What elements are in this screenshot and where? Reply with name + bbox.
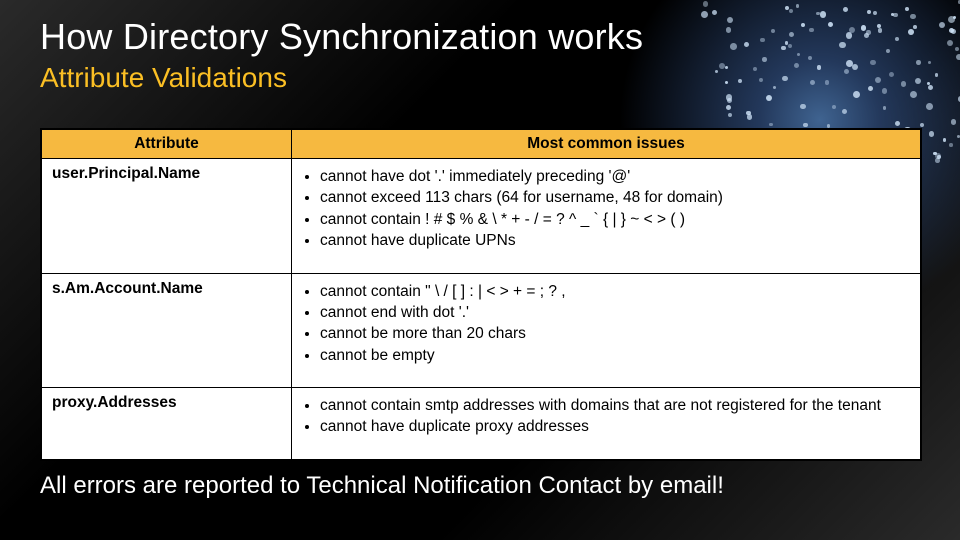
list-item: cannot be more than 20 chars <box>320 324 910 343</box>
col-header-attribute: Attribute <box>42 130 292 159</box>
list-item: cannot contain smtp addresses with domai… <box>320 396 910 415</box>
attr-name: user.Principal.Name <box>42 159 292 274</box>
list-item: cannot be empty <box>320 346 910 365</box>
list-item: cannot have duplicate UPNs <box>320 231 910 250</box>
table-row: s.Am.Account.Name cannot contain " \ / [… <box>42 273 921 388</box>
footer-note: All errors are reported to Technical Not… <box>40 472 724 500</box>
validation-table: Attribute Most common issues user.Princi… <box>40 128 922 461</box>
table-row: proxy.Addresses cannot contain smtp addr… <box>42 388 921 460</box>
page-title: How Directory Synchronization works <box>40 16 643 58</box>
col-header-issues: Most common issues <box>292 130 921 159</box>
attr-issues: cannot contain smtp addresses with domai… <box>292 388 921 460</box>
list-item: cannot have dot '.' immediately precedin… <box>320 167 910 186</box>
slide: How Directory Synchronization works Attr… <box>0 0 960 540</box>
list-item: cannot contain ! # $ % & \ * + - / = ? ^… <box>320 210 910 229</box>
table-row: user.Principal.Name cannot have dot '.' … <box>42 159 921 274</box>
attr-issues: cannot have dot '.' immediately precedin… <box>292 159 921 274</box>
attr-name: proxy.Addresses <box>42 388 292 460</box>
table-header-row: Attribute Most common issues <box>42 130 921 159</box>
list-item: cannot have duplicate proxy addresses <box>320 417 910 436</box>
attr-issues: cannot contain " \ / [ ] : | < > + = ; ?… <box>292 273 921 388</box>
list-item: cannot contain " \ / [ ] : | < > + = ; ?… <box>320 282 910 301</box>
list-item: cannot end with dot '.' <box>320 303 910 322</box>
attr-name: s.Am.Account.Name <box>42 273 292 388</box>
page-subtitle: Attribute Validations <box>40 62 287 94</box>
list-item: cannot exceed 113 chars (64 for username… <box>320 188 910 207</box>
